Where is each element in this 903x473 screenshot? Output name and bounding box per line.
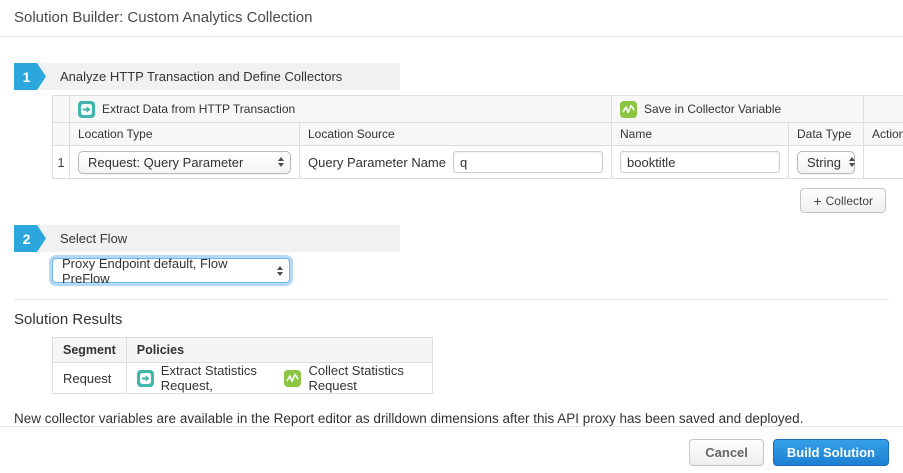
results-row: Request Extract Statistics Request, Coll… (53, 363, 433, 394)
colhead-spacer (53, 123, 70, 146)
page-footer: Cancel Build Solution (0, 426, 903, 473)
select-arrows-icon (278, 157, 284, 167)
group-header-collect: Save in Collector Variable (612, 96, 864, 123)
deploy-note: New collector variables are available in… (14, 411, 889, 426)
page-header: Solution Builder: Custom Analytics Colle… (0, 0, 903, 37)
step1-badge: 1 (14, 63, 46, 90)
flow-select-value: Proxy Endpoint default, Flow PreFlow (62, 256, 269, 286)
main-content: 1 Analyze HTTP Transaction and Define Co… (0, 37, 903, 426)
location-type-select[interactable]: Request: Query Parameter (78, 151, 291, 174)
colhead-action: Action (864, 123, 903, 146)
flow-select[interactable]: Proxy Endpoint default, Flow PreFlow (52, 258, 290, 283)
collect-icon (284, 370, 301, 387)
query-parameter-name-input[interactable] (453, 151, 603, 173)
page-title: Solution Builder: Custom Analytics Colle… (14, 9, 889, 26)
data-type-value: String (807, 155, 841, 170)
extract-icon (78, 101, 95, 118)
location-source-label: Query Parameter Name (308, 155, 446, 170)
collect-icon (620, 101, 637, 118)
select-arrows-icon (277, 266, 283, 276)
results-segment: Request (53, 363, 127, 394)
step1-header-bar: 1 Analyze HTTP Transaction and Define Co… (14, 63, 400, 90)
extract-icon (137, 370, 154, 387)
colhead-location-type: Location Type (70, 123, 300, 146)
collector-row: 1 Request: Query Parameter Query Paramet… (53, 146, 903, 179)
location-type-value: Request: Query Parameter (88, 155, 243, 170)
colhead-name: Name (612, 123, 789, 146)
policy-collect-label: Collect Statistics Request (308, 363, 421, 393)
action-cell (864, 146, 903, 179)
data-type-select[interactable]: String (797, 151, 855, 174)
results-colhead-policies: Policies (126, 338, 432, 363)
step1-title: Analyze HTTP Transaction and Define Coll… (60, 69, 342, 84)
add-collector-label: Collector (826, 194, 873, 208)
cancel-button[interactable]: Cancel (689, 439, 764, 466)
group-header-spacer (53, 96, 70, 123)
row-number: 1 (53, 146, 70, 179)
group-header-collect-label: Save in Collector Variable (644, 102, 781, 116)
collectors-section: Extract Data from HTTP Transaction Save … (52, 95, 886, 213)
add-collector-button[interactable]: + Collector (800, 188, 886, 213)
plus-icon: + (813, 193, 821, 209)
colhead-data-type: Data Type (789, 123, 864, 146)
collectors-table: Extract Data from HTTP Transaction Save … (52, 95, 903, 179)
results-title: Solution Results (14, 311, 889, 328)
step2-header-bar: 2 Select Flow (14, 225, 400, 252)
collector-name-input[interactable] (620, 151, 780, 173)
select-arrows-icon (849, 157, 855, 167)
results-table: Segment Policies Request Extract Statist… (52, 337, 433, 394)
group-header-extract: Extract Data from HTTP Transaction (70, 96, 612, 123)
build-solution-button[interactable]: Build Solution (773, 439, 889, 466)
step2-title: Select Flow (60, 231, 127, 246)
colhead-location-source: Location Source (300, 123, 612, 146)
group-header-extract-label: Extract Data from HTTP Transaction (102, 102, 295, 116)
step2-badge: 2 (14, 225, 46, 252)
results-colhead-segment: Segment (53, 338, 127, 363)
group-header-action-spacer (864, 96, 903, 123)
results-divider (14, 299, 889, 300)
policy-extract-label: Extract Statistics Request, (161, 363, 278, 393)
